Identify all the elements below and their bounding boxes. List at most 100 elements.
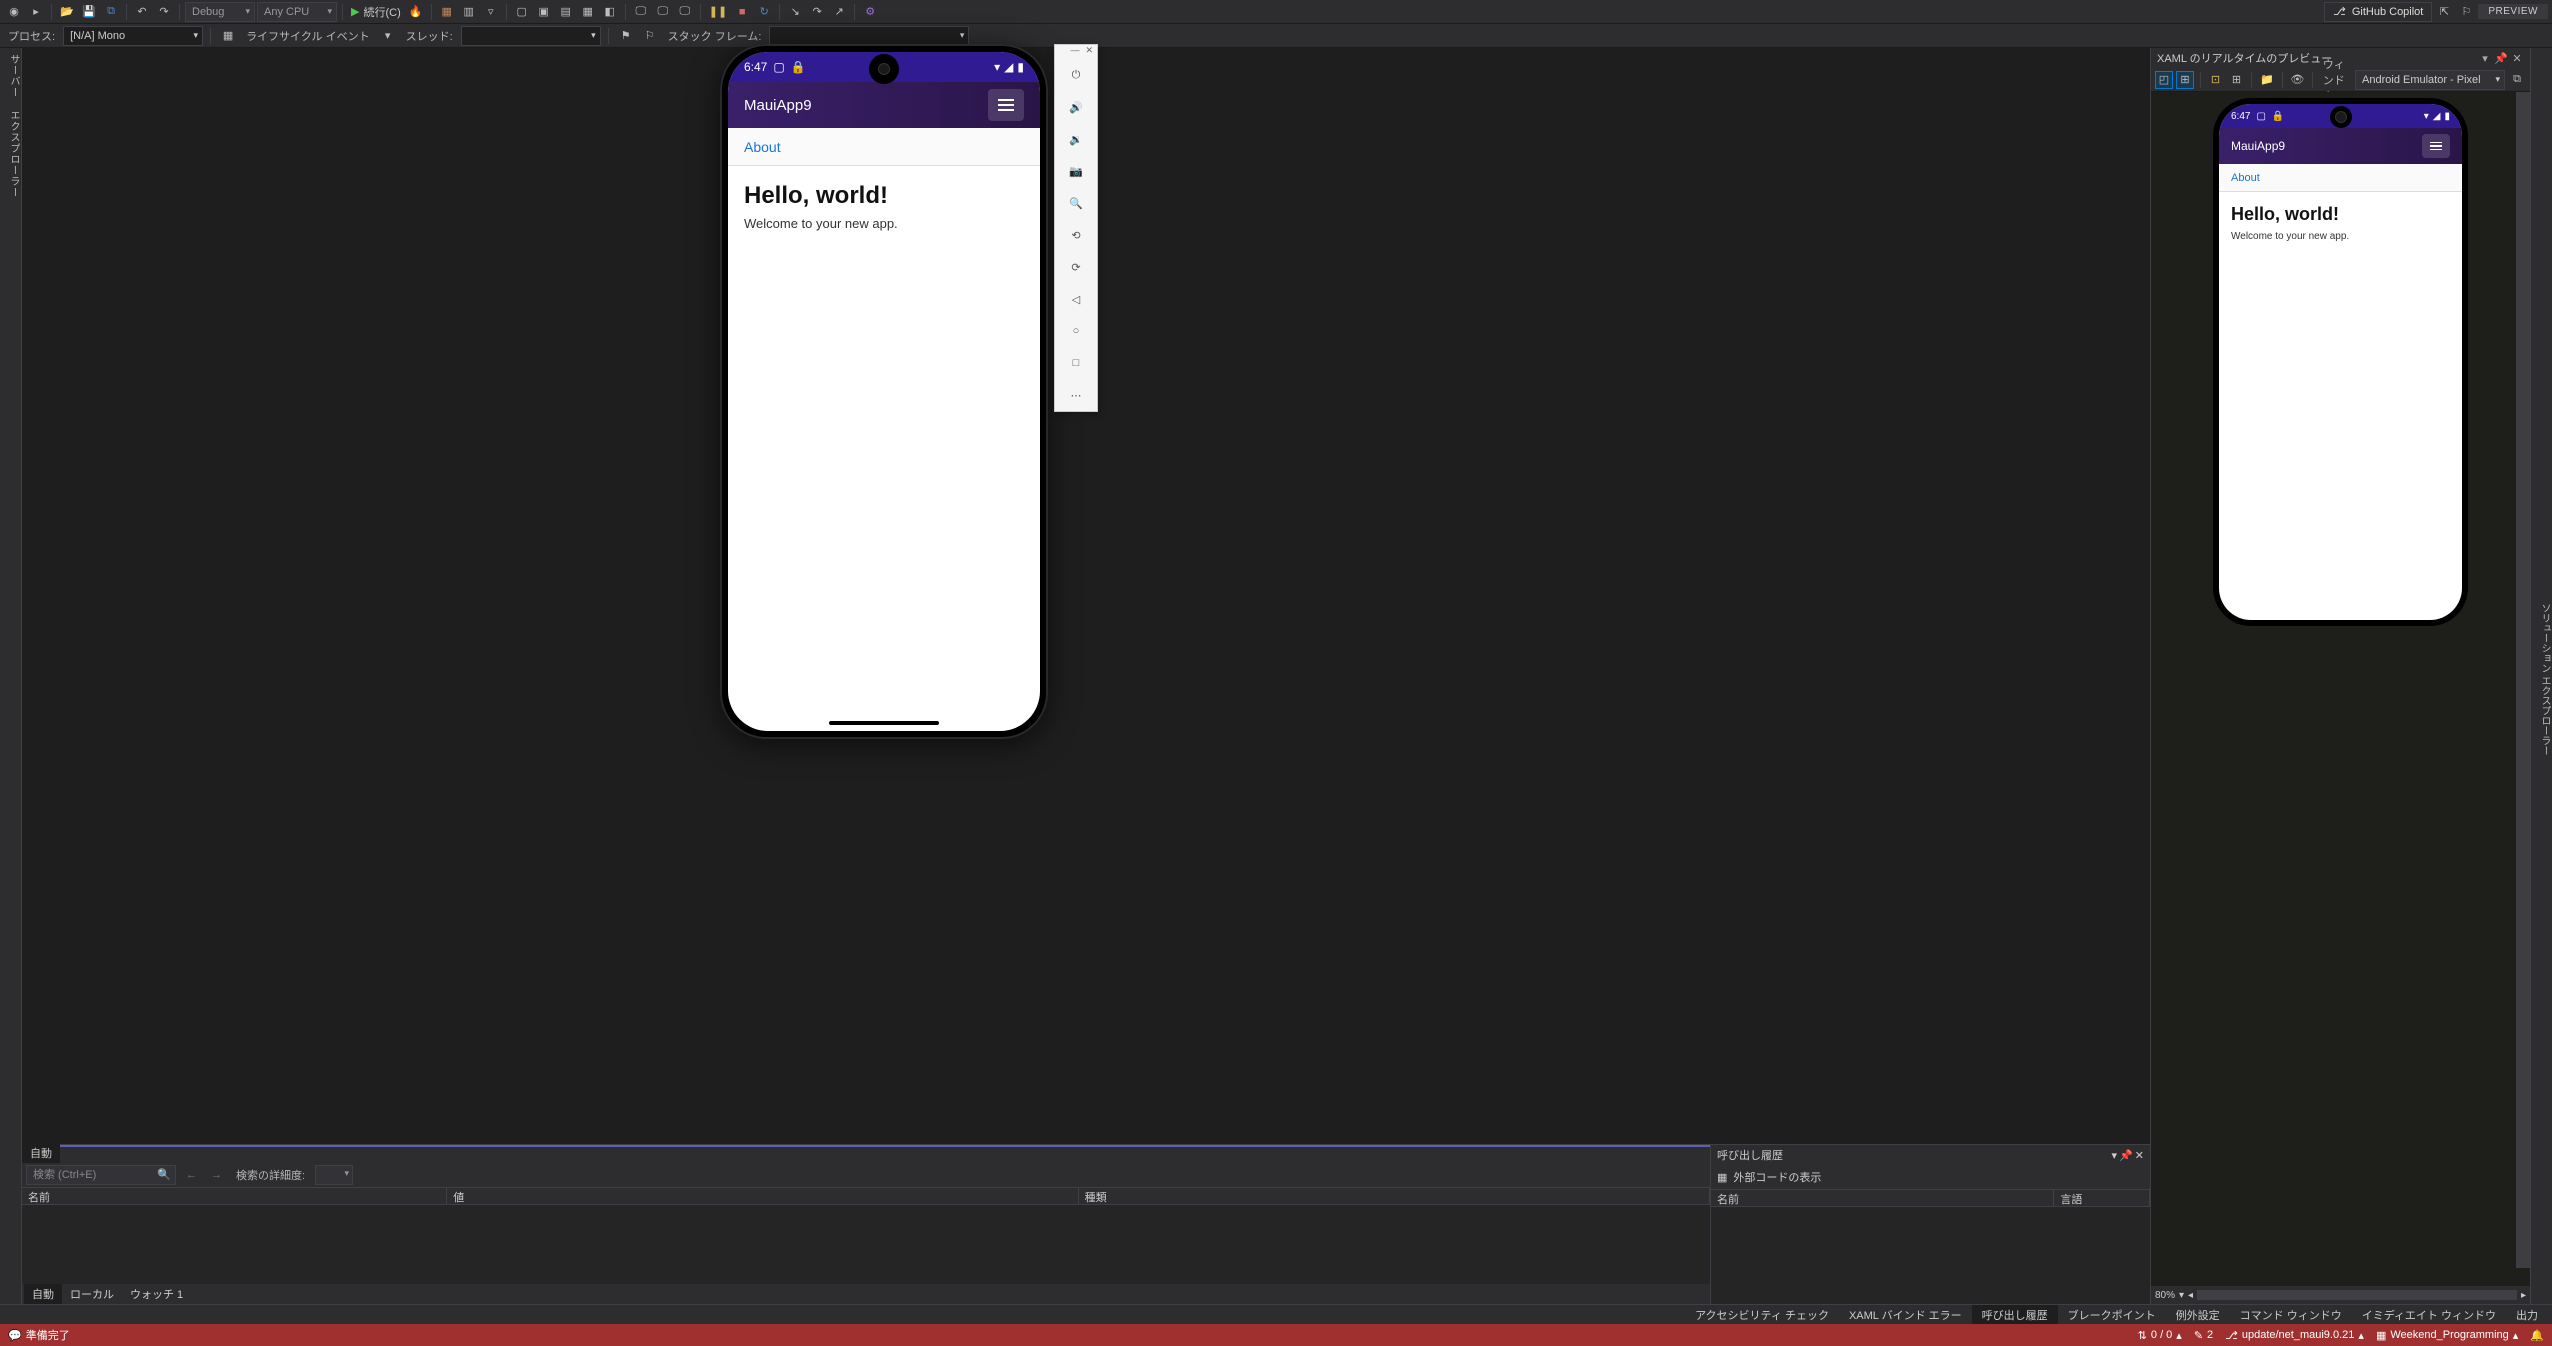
extra-tool-icon[interactable]: ⚙ — [860, 2, 880, 22]
cs-close-icon[interactable]: ✕ — [2135, 1149, 2144, 1162]
emu-rotate-right-icon[interactable]: ⟳ — [1055, 251, 1097, 283]
lifecycle-icon[interactable]: ▦ — [218, 26, 238, 46]
otab-breakpoints[interactable]: ブレークポイント — [2058, 1305, 2166, 1325]
emu-rotate-left-icon[interactable]: ⟲ — [1055, 219, 1097, 251]
preview-badge[interactable]: PREVIEW — [2478, 4, 2548, 19]
preview-tab-about[interactable]: About — [2231, 172, 2260, 184]
new-file-icon[interactable]: 📂 — [57, 2, 77, 22]
cs-dd-icon[interactable]: ▾ — [2112, 1149, 2118, 1162]
xp-dd-icon[interactable]: ▾ — [2478, 52, 2492, 65]
xp-tool-grid[interactable]: ⊞ — [2227, 71, 2245, 89]
step-out-icon[interactable]: ↗ — [829, 2, 849, 22]
zoom-left-icon[interactable]: ◂ — [2188, 1290, 2193, 1301]
tool-icon-2[interactable]: ▥ — [459, 2, 479, 22]
device-icon-3[interactable]: ▤ — [556, 2, 576, 22]
xp-tool-eye[interactable]: 👁 — [2288, 71, 2306, 89]
cs-col-name[interactable]: 名前 — [1711, 1190, 2054, 1206]
zoom-right-icon[interactable]: ▸ — [2521, 1290, 2526, 1301]
restart-icon[interactable]: ↻ — [754, 2, 774, 22]
hot-reload-icon[interactable]: 🔥 — [406, 2, 426, 22]
emu-voldown-icon[interactable]: 🔉 — [1055, 123, 1097, 155]
nav-back-icon[interactable]: ◉ — [4, 2, 24, 22]
step-over-icon[interactable]: ↷ — [807, 2, 827, 22]
cs-col-lang[interactable]: 言語 — [2054, 1190, 2150, 1206]
otab-exceptions[interactable]: 例外設定 — [2166, 1305, 2230, 1325]
stop-icon[interactable]: ■ — [732, 2, 752, 22]
device-icon-1[interactable]: ▢ — [512, 2, 532, 22]
feedback-icon[interactable]: ⚐ — [2456, 2, 2476, 22]
autos-tab[interactable]: 自動 — [22, 1144, 60, 1163]
btab-autos[interactable]: 自動 — [24, 1284, 62, 1304]
emu-close-icon[interactable]: ✕ — [1085, 45, 1093, 59]
screen-icon-1[interactable]: 🖵 — [631, 2, 651, 22]
device-icon-2[interactable]: ▣ — [534, 2, 554, 22]
home-indicator[interactable] — [829, 721, 939, 725]
emulator-window[interactable]: 6:47 ▢ 🔒 ▾ ◢ ▮ MauiApp9 About Hello, wor… — [720, 44, 1048, 739]
hamburger-button[interactable] — [988, 89, 1024, 121]
btab-watch1[interactable]: ウォッチ 1 — [122, 1284, 191, 1304]
xp-tool-folder[interactable]: 📁 — [2258, 71, 2276, 89]
otab-accessibility[interactable]: アクセシビリティ チェック — [1685, 1305, 1839, 1325]
left-sidebar-tab[interactable]: サーバー エクスプローラー — [0, 48, 22, 1304]
emu-more-icon[interactable]: ⋯ — [1055, 379, 1097, 411]
search-icon[interactable]: 🔍 — [157, 1168, 171, 1181]
xp-tool-ruler[interactable]: ⊡ — [2206, 71, 2224, 89]
emu-volup-icon[interactable]: 🔊 — [1055, 91, 1097, 123]
autos-search-input[interactable]: 検索 (Ctrl+E) 🔍 — [26, 1165, 176, 1185]
undo-icon[interactable]: ↶ — [132, 2, 152, 22]
emu-zoom-icon[interactable]: 🔍 — [1055, 187, 1097, 219]
thread-combo[interactable] — [461, 26, 601, 46]
emu-home-icon[interactable]: ○ — [1055, 315, 1097, 347]
save-icon[interactable]: 💾 — [79, 2, 99, 22]
lifecycle-dd[interactable]: ▾ — [378, 26, 398, 46]
xaml-preview-canvas[interactable]: 6:47 ▢ 🔒 ▾ ◢ ▮ MauiApp9 — [2151, 92, 2530, 1286]
save-all-icon[interactable]: ⧉ — [101, 2, 121, 22]
stackframe-combo[interactable] — [769, 26, 969, 46]
search-next-icon[interactable]: → — [207, 1169, 226, 1181]
zoom-dd-icon[interactable]: ▾ — [2179, 1290, 2184, 1301]
share-icon[interactable]: ⇱ — [2434, 2, 2454, 22]
redo-icon[interactable]: ↷ — [154, 2, 174, 22]
xp-pin-icon[interactable]: 📌 — [2494, 52, 2508, 65]
otab-command[interactable]: コマンド ウィンドウ — [2230, 1305, 2352, 1325]
xp-window-combo[interactable]: Android Emulator - Pixel — [2355, 70, 2505, 90]
tool-icon-3[interactable]: ▿ — [481, 2, 501, 22]
config-combo[interactable]: Debug — [185, 2, 255, 22]
ext-code-icon[interactable]: ▦ — [1717, 1171, 1727, 1184]
emu-min-icon[interactable]: — — [1070, 45, 1079, 59]
tool-icon-1[interactable]: ▦ — [437, 2, 457, 22]
emu-back-icon[interactable]: ◁ — [1055, 283, 1097, 315]
process-combo[interactable]: [N/A] Mono — [63, 26, 203, 46]
platform-combo[interactable]: Any CPU — [257, 2, 337, 22]
xp-tool-tree[interactable]: ⊞ — [2176, 71, 2194, 89]
cs-pin-icon[interactable]: 📌 — [2119, 1149, 2133, 1162]
preview-menu-button[interactable] — [2422, 134, 2450, 158]
flag2-icon[interactable]: ⚐ — [640, 26, 660, 46]
continue-button[interactable]: ▶ 続行(C) — [348, 2, 404, 22]
emu-camera-icon[interactable]: 📷 — [1055, 155, 1097, 187]
nav-fwd-icon[interactable]: ▸ — [26, 2, 46, 22]
right-tab-solution[interactable]: ソリューション エクスプローラー — [2537, 603, 2552, 756]
status-updown[interactable]: ⇅ 0 / 0 ▴ — [2138, 1329, 2182, 1342]
ext-code-label[interactable]: 外部コードの表示 — [1733, 1169, 1821, 1185]
zoom-scrollbar[interactable] — [2197, 1290, 2517, 1300]
pause-icon[interactable]: ❚❚ — [706, 2, 730, 22]
device-icon-4[interactable]: ▦ — [578, 2, 598, 22]
col-name[interactable]: 名前 — [22, 1188, 447, 1204]
status-errors[interactable]: ✎ 2 — [2194, 1329, 2213, 1342]
copilot-button[interactable]: ⎇ GitHub Copilot — [2324, 2, 2432, 22]
screen-icon-3[interactable]: 🖵 — [675, 2, 695, 22]
step-into-icon[interactable]: ↘ — [785, 2, 805, 22]
col-value[interactable]: 値 — [447, 1188, 1078, 1204]
status-bell[interactable]: 🔔 — [2530, 1329, 2544, 1342]
otab-output[interactable]: 出力 — [2506, 1305, 2548, 1325]
xp-tool-detach[interactable]: ⧉ — [2508, 71, 2526, 89]
status-repo[interactable]: ▦ Weekend_Programming ▴ — [2376, 1329, 2518, 1342]
emu-power-icon[interactable]: ⏻ — [1055, 59, 1097, 91]
screen-icon-2[interactable]: 🖵 — [653, 2, 673, 22]
xp-tool-select[interactable]: ◰ — [2155, 71, 2173, 89]
xp-close-icon[interactable]: ✕ — [2510, 52, 2524, 65]
flag-icon[interactable]: ⚑ — [616, 26, 636, 46]
emu-overview-icon[interactable]: □ — [1055, 347, 1097, 379]
tab-about[interactable]: About — [744, 139, 781, 155]
